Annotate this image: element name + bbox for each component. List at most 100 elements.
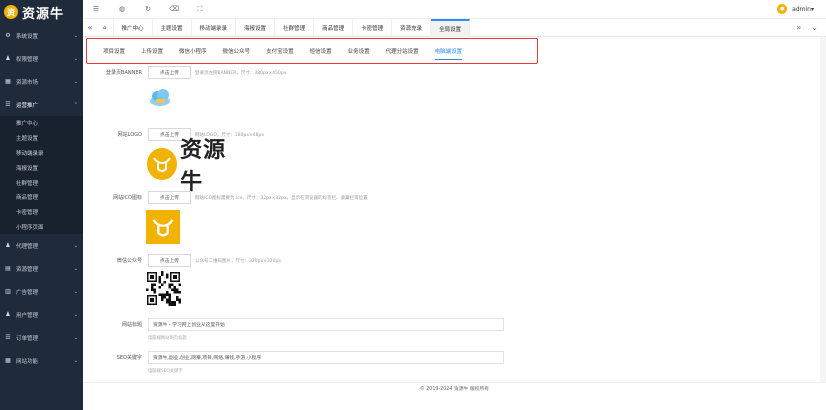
sidebar-subitem[interactable]: 移动端录录 <box>0 146 83 161</box>
sidebar-item[interactable]: ♟ 权限管理 ⌄ <box>0 47 83 70</box>
chevron-icon: ⌄ <box>73 242 78 249</box>
sidebar-subitem[interactable]: 推广中心 <box>0 116 83 131</box>
user-chevron-icon[interactable]: ▾ <box>811 6 814 13</box>
grid-icon: ▦ <box>5 78 11 85</box>
tabs-menu-chevron-icon[interactable]: ⌄ <box>811 23 818 32</box>
tabs-scroll-right-icon[interactable]: » <box>796 23 801 32</box>
footer: © 2019-2024 资源牛 版权所有 <box>83 382 826 396</box>
chevron-icon: ⌃ <box>73 101 78 108</box>
banner-image <box>150 89 170 106</box>
app-logo[interactable]: 资 资源牛 <box>0 0 83 24</box>
sidebar-subitem[interactable]: 小程序页面 <box>0 220 83 235</box>
settings-tab[interactable]: 上传设置 <box>133 39 171 63</box>
settings-tab[interactable]: 短信设置 <box>302 39 340 63</box>
logo-label: 网站LOGO <box>117 132 142 138</box>
sidebar-subitem[interactable]: 主题设置 <box>0 131 83 146</box>
sidebar-item-label: 网站功能 <box>16 358 39 365</box>
menu-toggle-icon[interactable]: ☰ <box>83 5 109 13</box>
sidebar-subitem[interactable]: 海报设置 <box>0 160 83 175</box>
sidebar-item[interactable]: ▦ 资源市场 ⌄ <box>0 70 83 93</box>
page-tab[interactable]: 海报设置 <box>236 18 276 37</box>
people-icon: ♟ <box>5 242 11 250</box>
sidebar-item-label: 资源市场 <box>16 79 39 86</box>
site-title-value: 资源牛 - 学习网上创业从这里开始 <box>153 323 225 328</box>
ico-upload-button[interactable]: 点击上传 <box>148 191 191 204</box>
sidebar-item[interactable]: ☰ 订单管理 ⌄ <box>0 326 83 349</box>
sidebar-item[interactable]: ▤ 资源管理 ⌄ <box>0 257 83 280</box>
sidebar-item-label: 用户管理 <box>16 312 39 319</box>
logo-text: 资源牛 <box>22 6 65 22</box>
sidebar-item[interactable]: ⚙ 系统设置 ⌄ <box>0 24 83 47</box>
settings-tab[interactable]: 电脑端设置 <box>427 39 471 63</box>
logo-image-text: 资源牛 <box>180 138 227 195</box>
settings-tab[interactable]: 项目设置 <box>95 39 133 63</box>
ico-label: 网站ICO图标 <box>113 195 142 201</box>
folder-icon: ▤ <box>5 265 11 273</box>
site-title-subhint: 电脑端网站网页标题 <box>148 336 187 341</box>
page-tab[interactable]: 社群管理 <box>275 18 315 37</box>
chevron-icon: ⌄ <box>73 334 78 341</box>
scrollbar[interactable] <box>820 37 826 382</box>
settings-tabs: 项目设置 上传设置 微信小程序 微信公众号 支付宝设置 短信设置 业务设置 代理分站设置 电脑端… <box>86 38 538 64</box>
page-tab[interactable]: 全局设置 <box>431 18 471 37</box>
ico-row: 网站ICO图标 点击上传 网站ICO图标需要为.ico，尺寸：32px×32px… <box>86 191 368 204</box>
sidebar-item-label: 资源管理 <box>16 266 39 273</box>
banner-upload-label: 点击上传 <box>159 71 180 76</box>
sidebar-item[interactable]: ▥ 广告管理 ⌄ <box>0 280 83 303</box>
page-tabs: « ⌂ 推广中心 主题设置 移动端录录 海报设置 社群管理 商品管理 卡密管理 资源充录 全局设… <box>83 18 826 37</box>
logo-badge-icon: 资 <box>4 5 18 19</box>
settings-tab[interactable]: 业务设置 <box>340 39 378 63</box>
sidebar-item[interactable]: ♟ 用户管理 ⌄ <box>0 303 83 326</box>
trash-icon[interactable]: ⌫ <box>161 5 187 13</box>
sub-menu: 推广中心 主题设置 移动端录录 海报设置 社群管理 商品管理 卡密管理 小程序页面 <box>0 116 83 235</box>
chevron-icon: ⌄ <box>73 78 78 85</box>
sidebar-subitem[interactable]: 商品管理 <box>0 190 83 205</box>
chevron-icon: ⌄ <box>73 288 78 295</box>
site-title-label: 网站标题 <box>121 322 142 328</box>
sidebar-item[interactable]: ♟ 代理管理 ⌄ <box>0 234 83 257</box>
page-tab[interactable]: 推广中心 <box>114 18 153 37</box>
chevron-icon: ⌄ <box>73 357 78 364</box>
settings-tab[interactable]: 微信公众号 <box>215 39 259 63</box>
avatar[interactable]: ● <box>777 4 788 14</box>
ico-bull-icon <box>152 219 174 237</box>
apps-icon: ▦ <box>5 357 11 365</box>
sidebar-subitem[interactable]: 卡密管理 <box>0 205 83 220</box>
page-tab[interactable]: 移动端录录 <box>192 18 237 37</box>
refresh-icon[interactable]: ↻ <box>135 5 161 13</box>
page-tab[interactable]: 资源充录 <box>392 18 432 37</box>
banner-upload-button[interactable]: 点击上传 <box>148 66 191 79</box>
wechat-qr-image <box>146 271 181 306</box>
sidebar-item-label: 订单管理 <box>16 335 39 342</box>
sidebar-item-label: 系统设置 <box>16 33 39 40</box>
ico-image <box>146 210 180 244</box>
home-tab-icon[interactable]: ⌂ <box>97 18 114 37</box>
settings-tab[interactable]: 支付宝设置 <box>258 39 302 63</box>
sidebar-subitem[interactable]: 社群管理 <box>0 175 83 190</box>
sidebar-item[interactable]: ▦ 网站功能 ⌄ <box>0 349 83 372</box>
page-tab[interactable]: 主题设置 <box>153 18 192 37</box>
settings-tab[interactable]: 代理分站设置 <box>378 39 427 63</box>
ad-icon: ▥ <box>5 288 11 296</box>
tabs-scroll-left-icon[interactable]: « <box>83 23 97 32</box>
site-title-row: 网站标题 资源牛 - 学习网上创业从这里开始 <box>86 318 504 331</box>
top-bar: ☰ ◍ ↻ ⌫ ⛶ ● admin ▾ <box>83 0 826 19</box>
ico-upload-label: 点击上传 <box>159 196 180 201</box>
gear-icon: ⚙ <box>5 32 11 39</box>
seo-keywords-subhint: 电脑端SEO关键字 <box>148 369 183 374</box>
fullscreen-icon[interactable]: ⛶ <box>187 5 213 14</box>
wechat-upload-button[interactable]: 点击上传 <box>148 254 191 267</box>
order-icon: ☰ <box>5 334 11 342</box>
settings-tab[interactable]: 微信小程序 <box>171 39 215 63</box>
page-tab[interactable]: 商品管理 <box>314 18 354 37</box>
wechat-upload-label: 点击上传 <box>159 259 180 264</box>
site-title-input[interactable]: 资源牛 - 学习网上创业从这里开始 <box>148 318 504 331</box>
seo-keywords-input[interactable]: 资源牛,副业,创业,网赚,项目,网络,赚钱,手游,小程序 <box>148 351 504 364</box>
list-icon: ☰ <box>5 101 11 108</box>
user-name[interactable]: admin <box>792 6 811 13</box>
wechat-row: 微信公众号 点击上传 公众号二维码图片，尺寸：320px×320px <box>86 254 281 267</box>
sidebar-item[interactable]: ☰ 运营推广 ⌃ <box>0 93 83 116</box>
page-tab[interactable]: 卡密管理 <box>353 18 393 37</box>
globe-icon[interactable]: ◍ <box>109 5 135 13</box>
chevron-icon: ⌄ <box>73 32 78 39</box>
